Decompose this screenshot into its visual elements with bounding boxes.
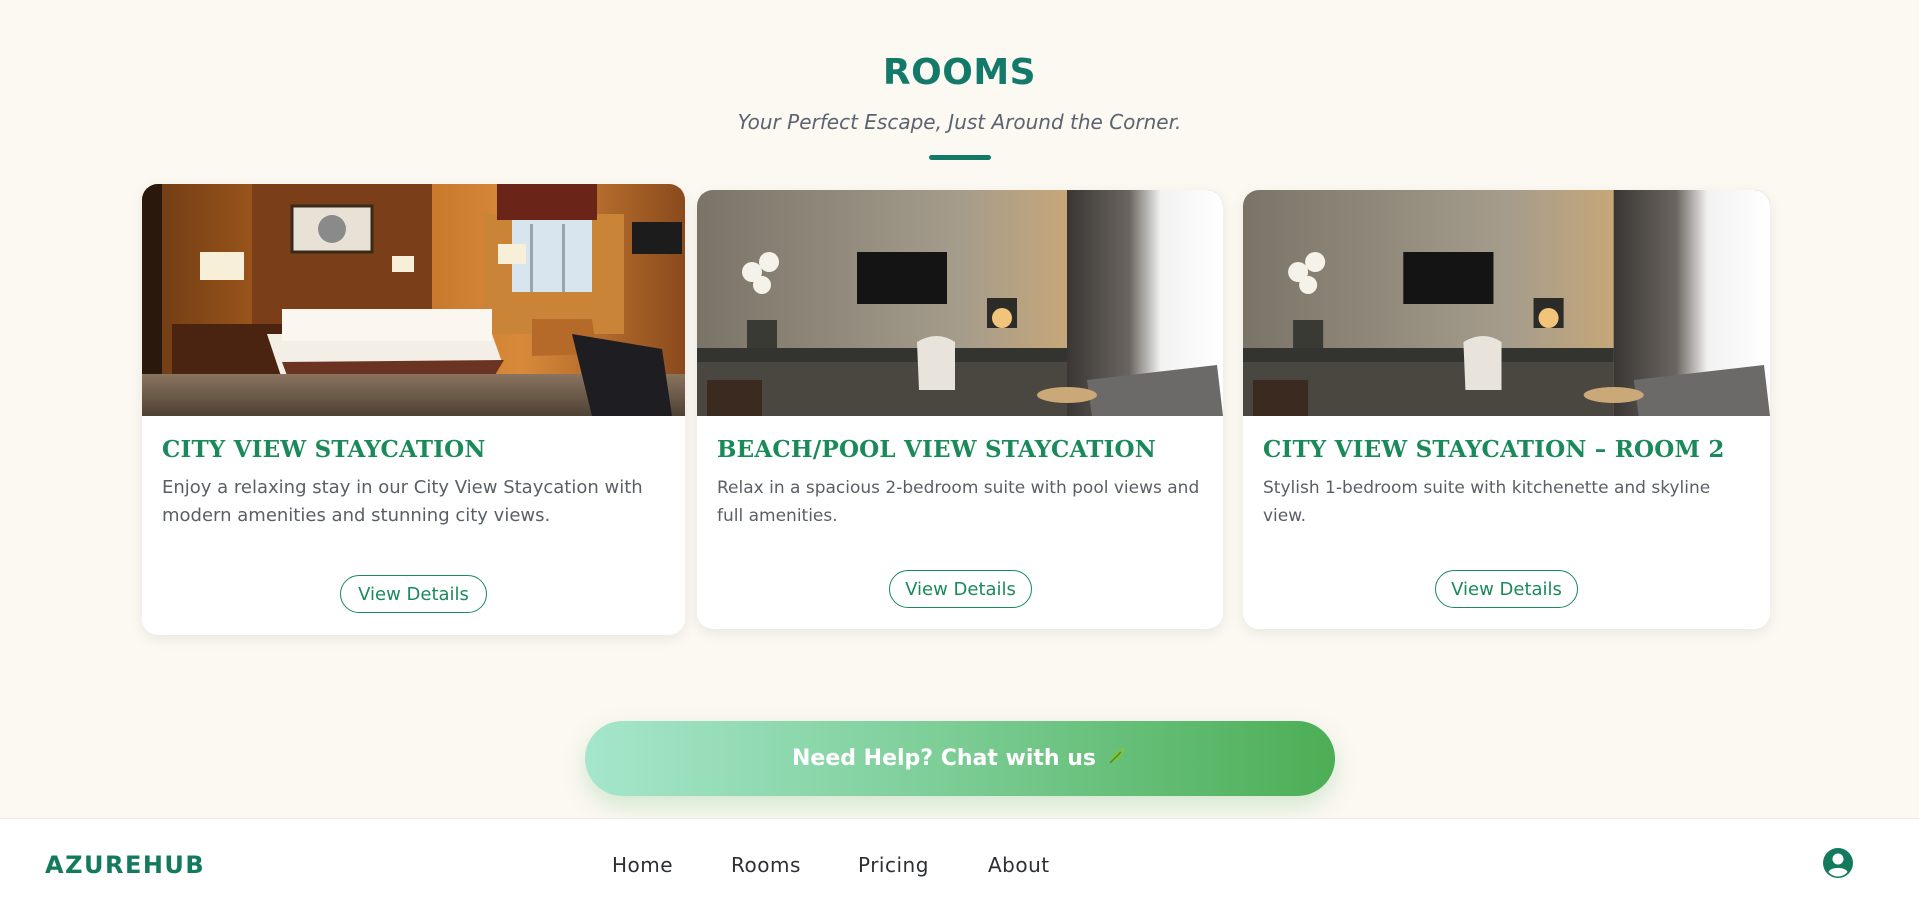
chat-help-button[interactable]: Need Help? Chat with us <box>585 721 1335 796</box>
room-description: Stylish 1-bedroom suite with kitchenette… <box>1263 478 1711 526</box>
room-image <box>697 190 1223 416</box>
room-card-city-view-room-2: CITY VIEW STAYCATION – ROOM 2 Stylish 1-… <box>1243 190 1770 629</box>
section-title: ROOMS <box>882 52 1037 93</box>
room-description: Enjoy a relaxing stay in our City View S… <box>162 477 643 526</box>
brand-logo[interactable]: AZUREHUB <box>45 851 205 879</box>
room-title: CITY VIEW STAYCATION – ROOM 2 <box>1263 436 1725 463</box>
nav-item-rooms[interactable]: Rooms <box>731 853 801 877</box>
room-image <box>1243 190 1770 416</box>
nav-item-home[interactable]: Home <box>612 853 673 877</box>
navbar: AZUREHUB Home Rooms Pricing About <box>0 818 1919 902</box>
room-description: Relax in a spacious 2-bedroom suite with… <box>717 478 1200 526</box>
view-details-button[interactable]: View Details <box>1435 570 1578 608</box>
room-title: CITY VIEW STAYCATION <box>162 436 486 463</box>
user-circle-icon[interactable] <box>1822 847 1854 879</box>
nav-item-about[interactable]: About <box>988 853 1050 877</box>
nav-item-pricing[interactable]: Pricing <box>858 853 929 877</box>
section-subtitle: Your Perfect Escape, Just Around the Cor… <box>737 110 1182 134</box>
chat-help-label: Need Help? Chat with us <box>792 746 1096 771</box>
room-card-city-view: CITY VIEW STAYCATION Enjoy a relaxing st… <box>142 184 685 635</box>
room-title: BEACH/POOL VIEW STAYCATION <box>717 436 1156 463</box>
rooms-page: ROOMS Your Perfect Escape, Just Around t… <box>0 0 1919 902</box>
room-image <box>142 184 685 416</box>
view-details-button[interactable]: View Details <box>889 570 1032 608</box>
title-divider <box>929 155 991 160</box>
room-card-beach-pool-view: BEACH/POOL VIEW STAYCATION Relax in a sp… <box>697 190 1223 629</box>
view-details-button[interactable]: View Details <box>340 575 487 613</box>
leaf-icon <box>1106 745 1128 773</box>
